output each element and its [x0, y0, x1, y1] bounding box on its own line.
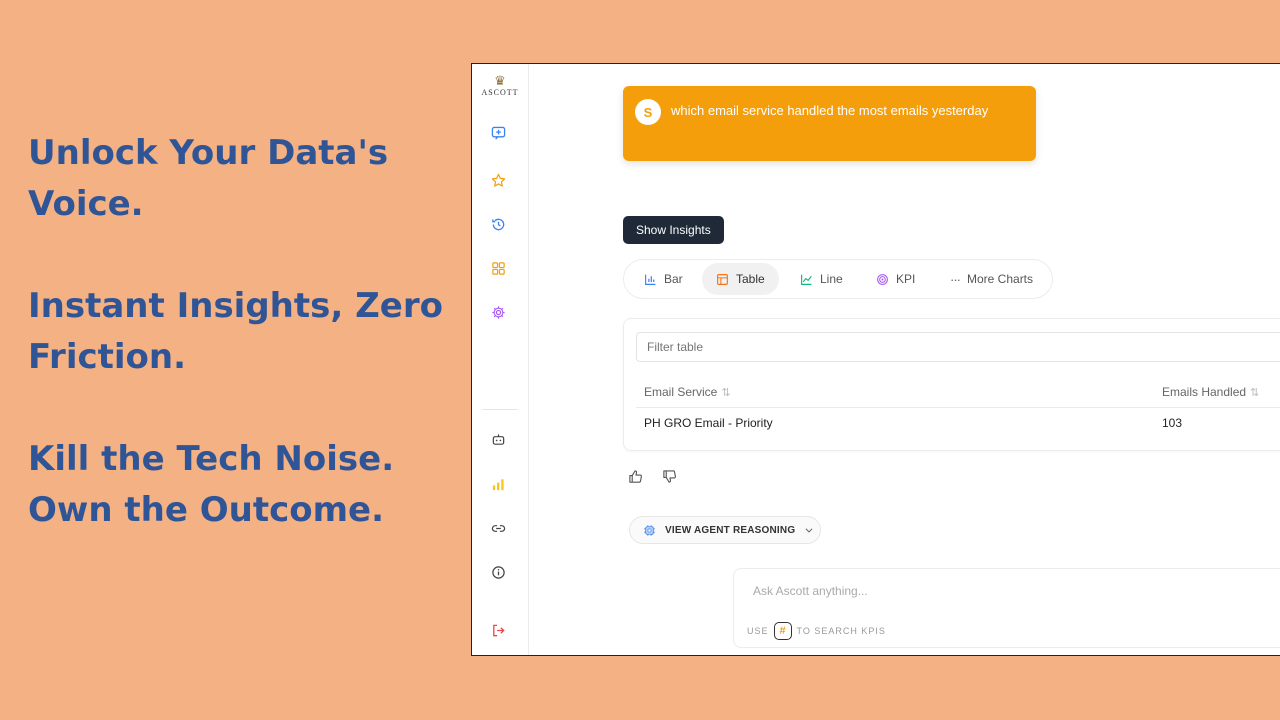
tab-line[interactable]: Line — [786, 263, 857, 295]
slogan-1: Unlock Your Data's Voice. — [28, 133, 389, 224]
header-divider — [636, 407, 1280, 408]
column-header-emails-handled[interactable]: Emails Handled ⇅ — [1162, 385, 1259, 399]
slogan-2: Instant Insights, Zero Friction. — [28, 286, 443, 377]
target-icon — [877, 273, 888, 285]
logo-text: ASCOTT — [481, 88, 519, 97]
sort-icon: ⇅ — [1250, 386, 1260, 399]
thumbs-up-icon[interactable] — [628, 469, 644, 485]
tab-more-charts-label: More Charts — [967, 272, 1034, 286]
tab-bar-label: Bar — [664, 272, 683, 286]
show-insights-button[interactable]: Show Insights — [623, 216, 724, 244]
tab-kpi-label: KPI — [896, 272, 916, 286]
chart-type-tabs: Bar Table Line KPI ··· More Charts — [623, 259, 1053, 299]
column-header-label: Emails Handled — [1162, 385, 1247, 399]
sidebar-divider — [482, 409, 518, 410]
hint-suffix: TO SEARCH KPIS — [796, 626, 886, 636]
slogan-block: Unlock Your Data's Voice. Instant Insigh… — [28, 128, 468, 587]
main-panel: S which email service handled the most e… — [529, 64, 1280, 655]
settings-icon[interactable] — [489, 303, 507, 321]
tab-table[interactable]: Table — [702, 263, 779, 295]
sort-icon: ⇅ — [721, 386, 731, 399]
link-icon[interactable] — [489, 519, 507, 537]
user-message: S which email service handled the most e… — [623, 86, 1036, 161]
star-icon[interactable] — [489, 171, 507, 189]
bot-icon[interactable] — [489, 430, 507, 448]
kpi-search-hint: USE # TO SEARCH KPIS — [747, 622, 886, 640]
history-icon[interactable] — [489, 215, 507, 233]
tab-line-label: Line — [820, 272, 843, 286]
more-dots-icon: ··· — [950, 271, 961, 287]
column-header-email-service[interactable]: Email Service ⇅ — [644, 385, 731, 399]
cpu-icon — [644, 524, 655, 536]
tab-bar[interactable]: Bar — [630, 263, 697, 295]
logout-icon[interactable] — [489, 621, 507, 639]
table-cell-emails-handled: 103 — [1162, 416, 1183, 430]
ascott-logo: ♛ ASCOTT — [480, 74, 520, 98]
bar-chart-icon[interactable] — [489, 475, 507, 493]
table-cell-email-service: PH GRO Email - Priority — [644, 416, 773, 430]
bar-icon — [645, 274, 656, 285]
avatar: S — [635, 99, 661, 125]
app-window: ♛ ASCOTT S which email service handled t… — [471, 63, 1280, 656]
crest-icon: ♛ — [494, 73, 506, 88]
reasoning-label: VIEW AGENT REASONING — [665, 524, 796, 536]
sidebar: ♛ ASCOTT — [472, 64, 529, 655]
tab-kpi[interactable]: KPI — [862, 263, 929, 295]
ask-composer: USE # TO SEARCH KPIS — [733, 568, 1280, 648]
hint-prefix: USE — [747, 626, 769, 636]
tab-more-charts[interactable]: ··· More Charts — [936, 263, 1047, 295]
tab-table-label: Table — [736, 272, 765, 286]
ask-input[interactable] — [748, 579, 1258, 603]
user-message-text: which email service handled the most ema… — [671, 103, 989, 118]
chevron-down-icon — [805, 528, 813, 533]
dashboard-icon[interactable] — [489, 259, 507, 277]
new-chat-icon[interactable] — [489, 124, 507, 142]
filter-table-input[interactable] — [636, 332, 1280, 362]
line-icon — [801, 274, 812, 285]
info-icon[interactable] — [489, 563, 507, 581]
view-agent-reasoning-button[interactable]: VIEW AGENT REASONING — [629, 516, 821, 544]
hash-key-icon[interactable]: # — [773, 622, 792, 640]
column-header-label: Email Service — [644, 385, 718, 399]
table-icon — [717, 273, 728, 285]
results-table: Email Service ⇅ Emails Handled ⇅ PH GRO … — [623, 318, 1280, 451]
slogan-3: Kill the Tech Noise. Own the Outcome. — [28, 439, 395, 530]
thumbs-down-icon[interactable] — [662, 469, 678, 485]
